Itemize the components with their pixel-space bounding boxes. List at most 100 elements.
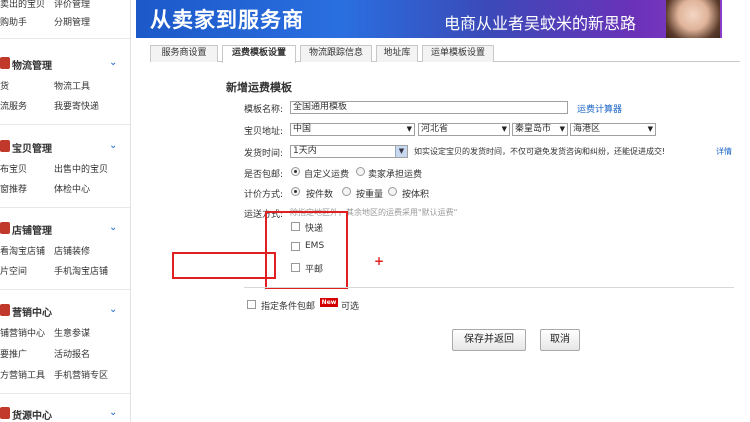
tab-service-settings[interactable]: 服务商设置 xyxy=(150,45,218,62)
chevron-down-icon[interactable]: ⌄ xyxy=(109,222,117,233)
dropdown-arrow-icon: ▼ xyxy=(647,125,653,133)
chevron-down-icon[interactable]: ⌄ xyxy=(109,407,117,418)
divider xyxy=(0,124,130,125)
sidebar: 卖出的宝贝 评价管理 购助手 分期管理 物流管理 ⌄ 货 物流工具 流服务 我要… xyxy=(0,0,131,422)
section-title: 物流管理 xyxy=(12,61,52,72)
city-select[interactable]: 秦皇岛市 ▼ xyxy=(512,123,568,136)
presenter-portrait xyxy=(666,0,720,38)
radio-by-weight-label: 按重量 xyxy=(356,190,384,200)
section-title: 店铺管理 xyxy=(12,226,52,237)
sidebar-link[interactable]: 体检中心 xyxy=(54,182,90,195)
optional-label: 可选 xyxy=(341,302,360,312)
sidebar-link[interactable]: 生意参谋 xyxy=(54,326,90,339)
radio-seller-pays[interactable] xyxy=(356,167,365,176)
province-value: 河北省 xyxy=(421,124,449,134)
template-name-input[interactable]: 全国通用模板 xyxy=(290,101,568,114)
chevron-down-icon[interactable]: ⌄ xyxy=(109,304,117,315)
plus-marker: + xyxy=(374,254,385,268)
district-select[interactable]: 海港区 ▼ xyxy=(570,123,656,136)
pricing-method-label: 计价方式: xyxy=(244,190,284,200)
item-address-label: 宝贝地址: xyxy=(244,127,284,137)
checkbox-conditional-free[interactable] xyxy=(247,300,256,309)
radio-custom-freight[interactable] xyxy=(291,167,300,176)
ship-time-note: 如实设定宝贝的发货时间，不仅可避免发货咨询和纠纷，还能促进成交! xyxy=(414,147,666,156)
banner-headline: 从卖家到服务商 xyxy=(150,8,304,32)
section-title: 营销中心 xyxy=(12,308,52,319)
sidebar-link[interactable]: 方营销工具 xyxy=(0,368,45,381)
divider xyxy=(0,393,130,394)
template-name-label: 模板名称: xyxy=(244,105,284,115)
sidebar-section-header[interactable]: 营销中心 ⌄ xyxy=(0,302,130,320)
sidebar-link[interactable]: 片空间 xyxy=(0,264,27,277)
radio-by-count-label: 按件数 xyxy=(306,190,334,200)
radio-by-volume[interactable] xyxy=(388,187,397,196)
banner-subline: 电商从业者吴蚊米的新思路 xyxy=(444,14,637,33)
free-shipping-label: 是否包邮: xyxy=(244,170,284,180)
district-value: 海港区 xyxy=(573,124,601,134)
tab-bar: 服务商设置 运费模板设置 物流跟踪信息 地址库 运单模板设置 xyxy=(150,45,740,63)
country-value: 中国 xyxy=(293,124,312,134)
divider xyxy=(0,38,130,39)
dropdown-arrow-icon: ▼ xyxy=(406,125,412,133)
conditional-free-label: 指定条件包邮 xyxy=(261,302,316,312)
sidebar-link[interactable]: 购助手 xyxy=(0,15,27,28)
tab-tracking-info[interactable]: 物流跟踪信息 xyxy=(300,45,372,62)
form-title: 新增运费模板 xyxy=(226,81,292,94)
highlight-box-delivery xyxy=(265,211,348,289)
tab-waybill-template[interactable]: 运单模板设置 xyxy=(422,45,494,62)
sidebar-link[interactable]: 货 xyxy=(0,79,9,92)
highlight-box-annotation xyxy=(172,252,276,279)
sidebar-link[interactable]: 窗推荐 xyxy=(0,182,27,195)
ship-time-select[interactable]: 1天内 ▼ xyxy=(290,145,408,158)
radio-custom-freight-label: 自定义运费 xyxy=(304,170,350,180)
sidebar-link[interactable]: 卖出的宝贝 xyxy=(0,0,45,10)
source-icon xyxy=(0,407,10,419)
sidebar-link[interactable]: 流服务 xyxy=(0,99,27,112)
new-badge: New xyxy=(320,298,338,307)
sidebar-top-links: 卖出的宝贝 评价管理 购助手 分期管理 xyxy=(0,0,130,29)
truck-icon xyxy=(0,57,10,69)
tab-freight-template[interactable]: 运费模板设置 xyxy=(222,45,296,63)
sidebar-link[interactable]: 要推广 xyxy=(0,347,27,360)
chevron-down-icon[interactable]: ⌄ xyxy=(109,57,117,68)
sidebar-link[interactable]: 铺营销中心 xyxy=(0,326,45,339)
sidebar-link[interactable]: 出售中的宝贝 xyxy=(54,162,108,175)
cancel-button[interactable]: 取消 xyxy=(540,329,580,351)
sidebar-section-header[interactable]: 货源中心 ⌄ xyxy=(0,405,130,422)
sidebar-link[interactable]: 看淘宝店铺 xyxy=(0,244,45,257)
sidebar-link[interactable]: 评价管理 xyxy=(54,0,90,10)
sidebar-link[interactable]: 分期管理 xyxy=(54,15,90,28)
sidebar-link[interactable]: 手机淘宝店铺 xyxy=(54,264,108,277)
province-select[interactable]: 河北省 ▼ xyxy=(418,123,510,136)
sidebar-link[interactable]: 我要寄快递 xyxy=(54,99,99,112)
ship-time-label: 发货时间: xyxy=(244,149,284,159)
sidebar-link[interactable]: 布宝贝 xyxy=(0,162,27,175)
radio-by-weight[interactable] xyxy=(342,187,351,196)
box-icon xyxy=(0,140,10,152)
country-select[interactable]: 中国 ▼ xyxy=(290,123,415,136)
megaphone-icon xyxy=(0,304,10,316)
dropdown-arrow-icon: ▼ xyxy=(395,146,407,157)
promo-banner[interactable]: 从卖家到服务商 电商从业者吴蚊米的新思路 xyxy=(136,0,722,38)
sidebar-section-header[interactable]: 店铺管理 ⌄ xyxy=(0,220,130,238)
sidebar-link[interactable]: 物流工具 xyxy=(54,79,90,92)
page-scrollbar[interactable] xyxy=(740,38,750,422)
sidebar-link[interactable]: 店铺装修 xyxy=(54,244,90,257)
sidebar-link[interactable]: 手机营销专区 xyxy=(54,368,108,381)
sidebar-section-header[interactable]: 宝贝管理 ⌄ xyxy=(0,138,130,156)
radio-by-count[interactable] xyxy=(291,187,300,196)
divider xyxy=(0,289,130,290)
tab-address-book[interactable]: 地址库 xyxy=(376,45,418,62)
save-and-return-button[interactable]: 保存并返回 xyxy=(452,329,526,351)
dropdown-arrow-icon: ▼ xyxy=(501,125,507,133)
chevron-down-icon[interactable]: ⌄ xyxy=(109,140,117,151)
sidebar-section-header[interactable]: 物流管理 ⌄ xyxy=(0,55,130,73)
detail-link[interactable]: 详情 xyxy=(716,146,732,157)
divider xyxy=(0,207,130,208)
sidebar-link[interactable]: 活动报名 xyxy=(54,347,90,360)
freight-calculator-link[interactable]: 运费计算器 xyxy=(577,102,622,115)
city-value: 秦皇岛市 xyxy=(515,124,552,134)
ship-time-value: 1天内 xyxy=(293,146,317,156)
divider xyxy=(244,287,734,288)
shop-icon xyxy=(0,222,10,234)
